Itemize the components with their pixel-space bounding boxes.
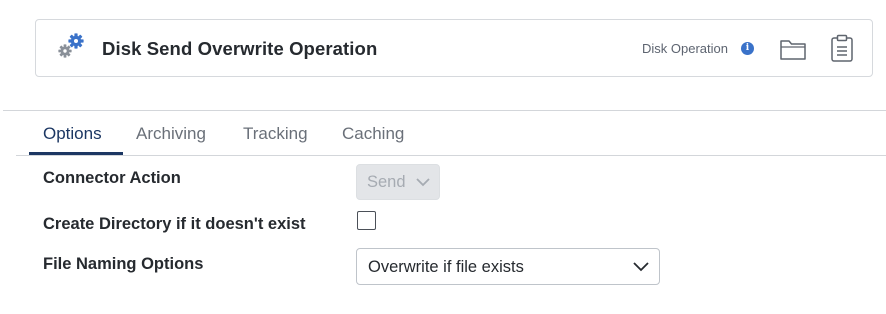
clipboard-icon[interactable] bbox=[830, 33, 854, 63]
file-naming-value: Overwrite if file exists bbox=[368, 258, 524, 276]
chevron-down-icon bbox=[416, 178, 430, 187]
page: Disk Send Overwrite Operation Disk Opera… bbox=[0, 0, 886, 314]
info-icon[interactable]: i bbox=[741, 42, 754, 55]
connector-action-select: Send bbox=[356, 164, 440, 200]
section-divider bbox=[3, 110, 886, 111]
tab-bar: Options Archiving Tracking Caching bbox=[16, 120, 886, 156]
gears-icon bbox=[58, 33, 84, 58]
tab-caching[interactable]: Caching bbox=[342, 124, 404, 144]
operation-title: Disk Send Overwrite Operation bbox=[102, 38, 378, 59]
folder-icon[interactable] bbox=[779, 36, 807, 62]
create-directory-checkbox[interactable] bbox=[357, 211, 376, 230]
operation-type-label: Disk Operation bbox=[642, 41, 728, 56]
connector-action-label: Connector Action bbox=[43, 169, 181, 187]
chevron-down-icon bbox=[633, 262, 649, 272]
active-tab-indicator bbox=[29, 152, 123, 155]
tab-options[interactable]: Options bbox=[43, 124, 102, 144]
file-naming-select[interactable]: Overwrite if file exists bbox=[356, 248, 660, 285]
connector-action-value: Send bbox=[367, 173, 406, 191]
operation-header-card: Disk Send Overwrite Operation Disk Opera… bbox=[35, 19, 873, 77]
create-directory-label: Create Directory if it doesn't exist bbox=[43, 215, 306, 233]
file-naming-label: File Naming Options bbox=[43, 255, 204, 273]
tab-archiving[interactable]: Archiving bbox=[136, 124, 206, 144]
tab-tracking[interactable]: Tracking bbox=[243, 124, 308, 144]
